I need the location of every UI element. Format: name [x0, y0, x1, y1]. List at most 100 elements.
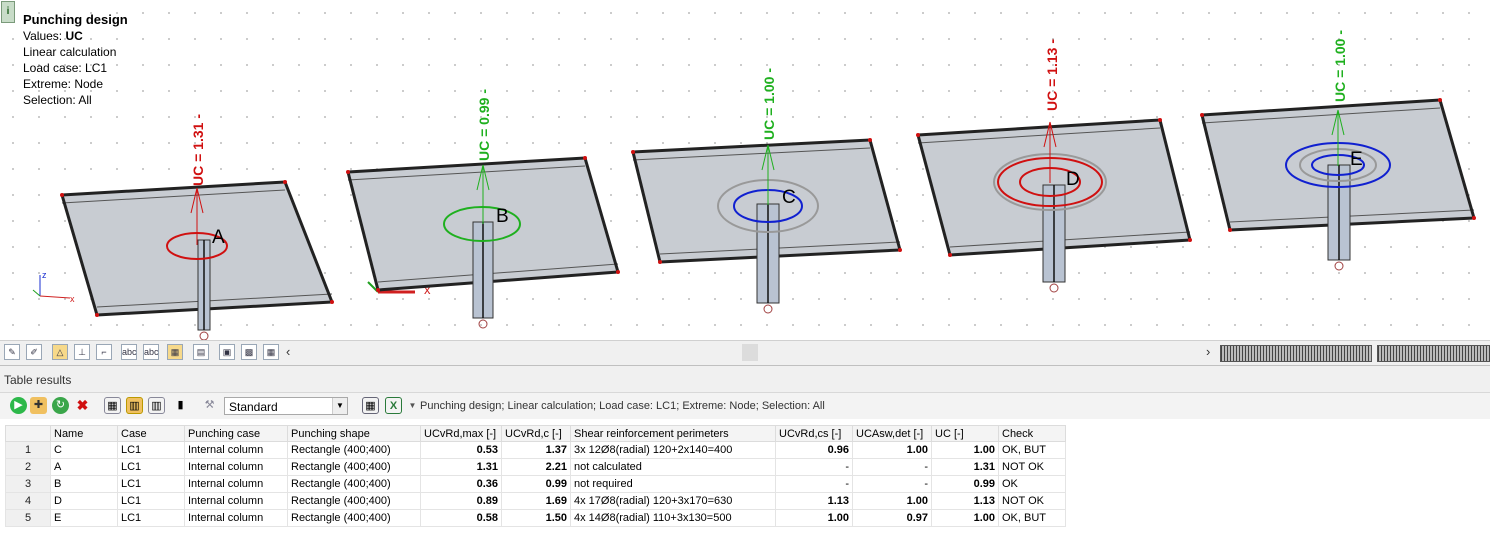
model-viewport[interactable]: i Punching design Values: UC Linear calc…	[0, 0, 1490, 340]
row-number: 1	[5, 441, 51, 459]
edit-icon[interactable]: ✐	[26, 344, 42, 360]
table-cell: 3x 12Ø8(radial) 120+2x140=400	[570, 441, 776, 459]
table-cell: 1.69	[501, 492, 571, 510]
table-toolbar: ▶ ✚ ↻ ✖ ▦ ▥ ▥ ▮ ⚒ Standard ▼ ▦ X ▼ Punch…	[0, 393, 1490, 419]
table-cell: 0.89	[420, 492, 502, 510]
results-table-wrap[interactable]: Name Case Punching case Punching shape UCvRd…	[5, 425, 1490, 539]
table-row[interactable]: 3 B LC1 Internal column Rectangle (400;400) 0…	[5, 475, 1066, 493]
grid-icon[interactable]: ▦	[362, 397, 379, 414]
corner-node	[916, 133, 920, 137]
view-toolbar: ✎ ✐ △ ⊥ ⌐ abc abc ▦ ▤ ▣ ▩ ▦ ‹ ›	[0, 340, 1490, 366]
play-icon[interactable]: ▶	[10, 397, 27, 414]
style-select[interactable]: Standard ▼	[224, 397, 348, 415]
corner-node	[1158, 118, 1162, 122]
corner-node	[330, 300, 334, 304]
row-number: 4	[5, 492, 51, 510]
column-header[interactable]: Name	[50, 425, 118, 442]
table-row[interactable]: 1 C LC1 Internal column Rectangle (400;400) 0…	[5, 441, 1066, 459]
table-cell: NOT OK	[998, 458, 1066, 476]
mesh-icon[interactable]: ▦	[263, 344, 279, 360]
excel-icon[interactable]: X	[385, 397, 402, 414]
axis-triad-icon: z x	[32, 270, 75, 304]
column-header[interactable]: UCvRd,cs [-]	[775, 425, 853, 442]
corner-node	[583, 156, 587, 160]
node-label: C	[782, 187, 796, 208]
table-row[interactable]: 2 A LC1 Internal column Rectangle (400;400) 1…	[5, 458, 1066, 476]
node-label: B	[496, 206, 509, 227]
table-cell: Rectangle (400;400)	[287, 475, 421, 493]
table-cell: not calculated	[570, 458, 776, 476]
label-abc-icon[interactable]: abc	[121, 344, 137, 360]
splitter-bar[interactable]	[1220, 345, 1372, 362]
corner-node	[898, 248, 902, 252]
table-cell: 1.50	[501, 509, 571, 527]
row-number: 2	[5, 458, 51, 476]
splitter-bar-2[interactable]	[1377, 345, 1490, 362]
table-cell: D	[50, 492, 118, 510]
axis-icon[interactable]: ⌐	[96, 344, 112, 360]
table-cell: Rectangle (400;400)	[287, 509, 421, 527]
header-corner[interactable]	[5, 425, 51, 442]
table-row[interactable]: 4 D LC1 Internal column Rectangle (400;400) 0…	[5, 492, 1066, 510]
scroll-left-icon[interactable]: ‹	[286, 344, 290, 359]
table-highlight-icon[interactable]: ▥	[126, 397, 143, 414]
scroll-right-icon[interactable]: ›	[1206, 344, 1210, 359]
node-label: E	[1350, 149, 1363, 170]
support-icon	[1334, 261, 1344, 271]
close-icon[interactable]: ✖	[74, 397, 91, 414]
columns-icon[interactable]: ▥	[148, 397, 165, 414]
corner-node	[1188, 238, 1192, 242]
column-header[interactable]: UCAsw,det [-]	[852, 425, 932, 442]
filter-icon[interactable]: ⚒	[201, 397, 218, 414]
table-cell: LC1	[117, 475, 185, 493]
chart-icon[interactable]: ▮	[172, 397, 189, 414]
slab-a: A UC = 1.31 -	[60, 114, 334, 340]
row-number: 5	[5, 509, 51, 527]
column-header[interactable]: UCvRd,max [-]	[420, 425, 502, 442]
table-status: Punching design; Linear calculation; Loa…	[420, 400, 825, 412]
dimension-icon[interactable]: ⊥	[74, 344, 90, 360]
table-cell: C	[50, 441, 118, 459]
table-cell: Rectangle (400;400)	[287, 458, 421, 476]
column-header[interactable]: UCvRd,c [-]	[501, 425, 571, 442]
corner-node	[868, 138, 872, 142]
hatch-icon[interactable]: ▦	[167, 344, 183, 360]
window-grid-icon[interactable]: ▩	[241, 344, 257, 360]
uc-label: UC = 1.00 -	[1332, 30, 1348, 102]
row-number: 3	[5, 475, 51, 493]
table-row[interactable]: 5 E LC1 Internal column Rectangle (400;400) 0…	[5, 509, 1066, 527]
table-cell: Internal column	[184, 458, 288, 476]
table-icon[interactable]: ▦	[104, 397, 121, 414]
table-cell: OK, BUT	[998, 509, 1066, 527]
table-cell: 4x 17Ø8(radial) 120+3x170=630	[570, 492, 776, 510]
column-header[interactable]: Check	[998, 425, 1066, 442]
scroll-thumb[interactable]	[742, 344, 758, 361]
clipboard-icon[interactable]: ▤	[193, 344, 209, 360]
corner-node	[95, 313, 99, 317]
table-cell: 1.00	[775, 509, 853, 527]
table-cell: 0.99	[931, 475, 999, 493]
label-abc2-icon[interactable]: abc	[143, 344, 159, 360]
excel-dropdown-icon[interactable]: ▼	[404, 397, 421, 414]
column-header[interactable]: Case	[117, 425, 185, 442]
column-header[interactable]: Punching case	[184, 425, 288, 442]
table-cell: Internal column	[184, 492, 288, 510]
results-table: Name Case Punching case Punching shape UCvRd…	[5, 425, 1066, 527]
column-header[interactable]: Punching shape	[287, 425, 421, 442]
table-cell: 0.58	[420, 509, 502, 527]
corner-node	[283, 180, 287, 184]
column-header[interactable]: Shear reinforcement perimeters	[570, 425, 776, 442]
column-header[interactable]: UC [-]	[931, 425, 999, 442]
supports-icon[interactable]: △	[52, 344, 68, 360]
uc-label: UC = 1.00 -	[761, 68, 777, 140]
table-cell: Rectangle (400;400)	[287, 492, 421, 510]
corner-node	[1472, 216, 1476, 220]
add-icon[interactable]: ✚	[30, 397, 47, 414]
table-cell: Internal column	[184, 509, 288, 527]
table-cell: LC1	[117, 492, 185, 510]
pencil-icon[interactable]: ✎	[4, 344, 20, 360]
corner-node	[346, 170, 350, 174]
window-icon[interactable]: ▣	[219, 344, 235, 360]
support-icon	[1049, 283, 1059, 293]
refresh-icon[interactable]: ↻	[52, 397, 69, 414]
